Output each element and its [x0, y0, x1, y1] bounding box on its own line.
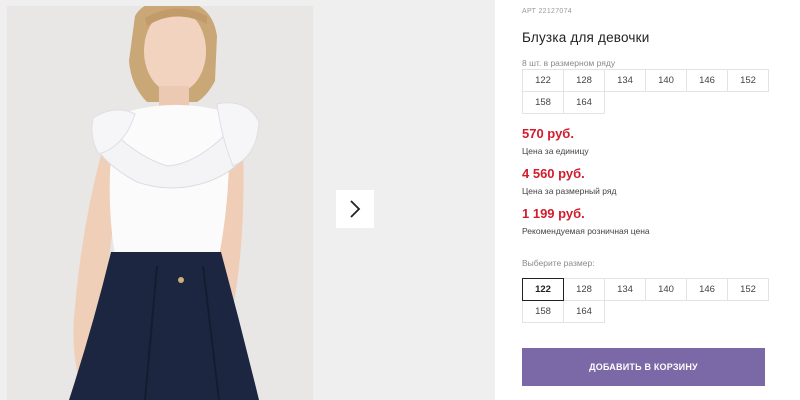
pack-size-cell: 128 [563, 69, 605, 92]
chevron-right-icon [350, 200, 361, 218]
size-option[interactable]: 140 [645, 278, 687, 301]
pack-price: 4 560 руб. [522, 166, 585, 181]
add-to-cart-button[interactable]: ДОБАВИТЬ В КОРЗИНУ [522, 348, 765, 386]
size-option[interactable]: 152 [727, 278, 769, 301]
pack-size-cell: 152 [727, 69, 769, 92]
size-option[interactable]: 134 [604, 278, 646, 301]
pack-size-cell: 122 [522, 69, 564, 92]
pack-size-cell: 146 [686, 69, 728, 92]
retail-price-note: Рекомендуемая розничная цена [522, 226, 650, 236]
size-picker-grid: 122 128 134 140 146 152 158 164 [522, 278, 769, 323]
product-sku: АРТ 22127074 [522, 8, 572, 15]
pack-size-cell: 140 [645, 69, 687, 92]
product-photo [7, 6, 313, 400]
size-option[interactable]: 128 [563, 278, 605, 301]
retail-price: 1 199 руб. [522, 206, 585, 221]
product-info-panel: АРТ 22127074 Блузка для девочки 8 шт. в … [522, 0, 792, 400]
unit-price-note: Цена за единицу [522, 146, 589, 156]
pack-size-cell: 164 [563, 91, 605, 114]
pack-size-cell: 134 [604, 69, 646, 92]
pack-size-label: 8 шт. в размерном ряду [522, 58, 616, 68]
size-option[interactable]: 146 [686, 278, 728, 301]
size-option-selected[interactable]: 122 [522, 278, 564, 301]
pack-price-note: Цена за размерный ряд [522, 186, 617, 196]
next-image-button[interactable] [336, 190, 374, 228]
choose-size-label: Выберите размер: [522, 258, 595, 268]
pack-size-grid: 122 128 134 140 146 152 158 164 [522, 69, 769, 114]
size-option[interactable]: 164 [563, 300, 605, 323]
pack-size-cell: 158 [522, 91, 564, 114]
girl-in-blouse-image [7, 6, 313, 400]
size-option[interactable]: 158 [522, 300, 564, 323]
product-gallery [0, 0, 495, 400]
unit-price: 570 руб. [522, 126, 574, 141]
product-title: Блузка для девочки [522, 30, 650, 45]
